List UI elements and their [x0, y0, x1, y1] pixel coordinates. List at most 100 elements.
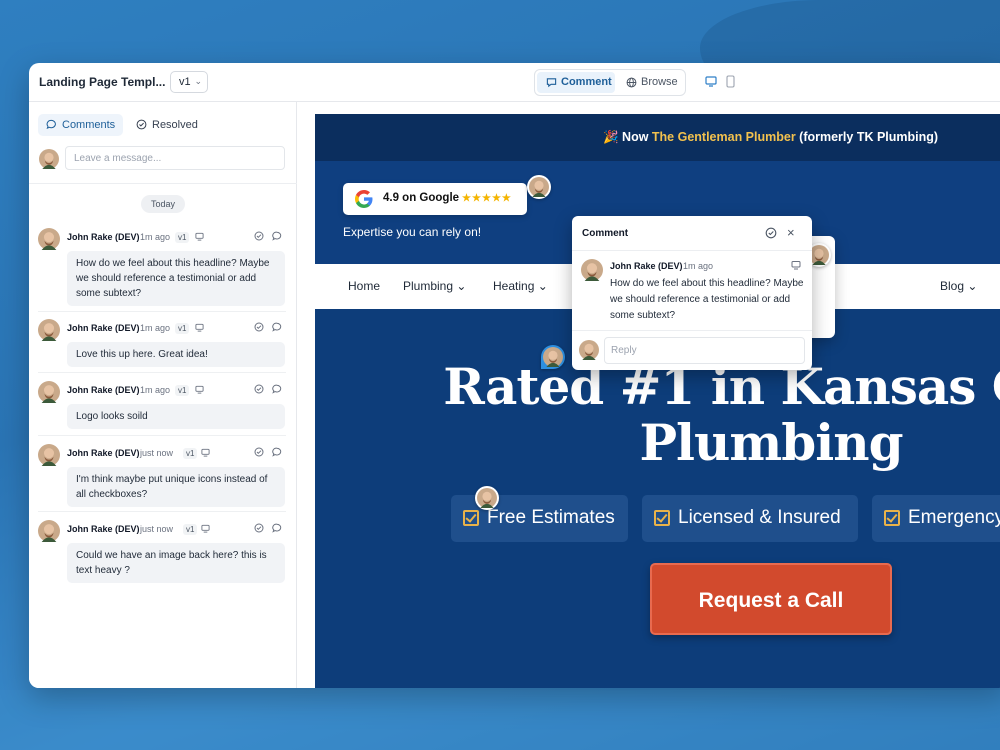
avatar	[579, 340, 599, 360]
comment-text: I'm think maybe put unique icons instead…	[67, 467, 285, 507]
avatar	[38, 381, 60, 403]
screen-icon	[201, 448, 210, 457]
tab-comments[interactable]: Comments	[38, 114, 123, 136]
avatar	[38, 228, 60, 250]
avatar	[38, 520, 60, 542]
chevron-down-icon: ⌄	[537, 279, 548, 293]
mode-toggle: Comment Browse	[534, 69, 686, 96]
resolve-check-icon[interactable]	[254, 447, 264, 457]
comment-pin-active[interactable]	[541, 345, 565, 369]
comment-time: 1m ago	[140, 323, 171, 333]
reply-icon[interactable]	[272, 384, 282, 394]
browse-mode-button[interactable]: Browse	[617, 72, 683, 93]
nav-blog[interactable]: Blog ⌄	[940, 279, 977, 293]
divider	[38, 435, 286, 436]
announce-suffix: (formerly TK Plumbing)	[795, 130, 939, 144]
request-call-button[interactable]: Request a Call	[650, 563, 892, 635]
comments-sidebar: Comments Resolved Leave a message... Tod…	[29, 102, 297, 688]
globe-icon	[626, 77, 637, 88]
avatar	[38, 444, 60, 466]
comment-author: John Rake (DEV)	[67, 448, 140, 458]
checkbox-icon	[463, 510, 479, 526]
avatar	[543, 347, 563, 367]
background-desk	[0, 690, 1000, 750]
comment-version: v1	[175, 232, 190, 243]
tab-resolved[interactable]: Resolved	[128, 114, 208, 136]
divider	[572, 250, 812, 251]
comment-pin[interactable]	[475, 486, 499, 510]
resolve-check-icon[interactable]	[254, 322, 264, 332]
tagline: Expertise you can rely on!	[343, 225, 482, 239]
comment-time: 1m ago	[140, 385, 171, 395]
avatar	[477, 488, 497, 508]
avatar	[809, 245, 829, 265]
headline-line-2: Plumbing	[639, 413, 903, 472]
resolve-check-icon[interactable]	[254, 523, 264, 533]
feature-label: Emergency	[908, 507, 1000, 528]
document-title[interactable]: Landing Page Templ...	[39, 75, 165, 89]
checkbox-icon	[654, 510, 670, 526]
google-logo-icon	[355, 190, 373, 208]
divider	[38, 311, 286, 312]
comment-mode-label: Comment	[561, 76, 612, 88]
date-divider: Today	[141, 195, 185, 213]
close-icon[interactable]: ×	[787, 225, 795, 240]
comment-time: 1m ago	[140, 232, 171, 242]
resolve-check-icon[interactable]	[765, 227, 777, 239]
nav-plumbing[interactable]: Plumbing ⌄	[403, 279, 466, 293]
browse-mode-label: Browse	[641, 76, 678, 88]
reply-input[interactable]: Reply	[604, 337, 805, 364]
comment-mode-button[interactable]: Comment	[537, 72, 615, 93]
popup-author: John Rake (DEV)	[610, 261, 683, 271]
comment-author: John Rake (DEV)	[67, 232, 140, 242]
chevron-down-icon: ⌄	[194, 76, 202, 86]
top-bar: Landing Page Templ... v1 ⌄ Comment Brows…	[29, 63, 1000, 102]
version-select[interactable]: v1 ⌄	[170, 71, 208, 93]
avatar	[39, 149, 59, 169]
hero-headline: Rated #1 in Kansas City Plumbing	[315, 359, 1000, 471]
reply-icon[interactable]	[272, 322, 282, 332]
nav-heating[interactable]: Heating ⌄	[493, 279, 548, 293]
feature-label: Free Estimates	[487, 507, 615, 528]
popup-title: Comment	[582, 228, 629, 239]
reply-icon[interactable]	[272, 447, 282, 457]
avatar	[38, 319, 60, 341]
nav-home[interactable]: Home	[348, 279, 380, 293]
comment-text: Love this up here. Great idea!	[67, 342, 285, 367]
comment-text: How do we feel about this headline? Mayb…	[67, 251, 285, 306]
comment-time: just now	[140, 524, 174, 534]
announce-prefix: 🎉 Now	[603, 130, 652, 144]
divider	[38, 511, 286, 512]
screen-icon	[791, 261, 801, 270]
resolve-check-icon[interactable]	[254, 384, 264, 394]
avatar	[529, 177, 549, 197]
resolve-check-icon[interactable]	[254, 231, 264, 241]
divider	[38, 372, 286, 373]
screen-icon	[195, 323, 204, 332]
website-preview[interactable]: 🎉 Now The Gentleman Plumber (formerly TK…	[315, 114, 1000, 688]
screen-icon	[195, 232, 204, 241]
message-input[interactable]: Leave a message...	[65, 146, 285, 170]
reply-icon[interactable]	[272, 231, 282, 241]
checkbox-icon	[884, 510, 900, 526]
comment-author: John Rake (DEV)	[67, 524, 140, 534]
feature-badge: Emergency	[872, 495, 1000, 542]
announce-highlight: The Gentleman Plumber	[651, 130, 796, 144]
feature-label: Licensed & Insured	[678, 507, 841, 528]
comment-author: John Rake (DEV)	[67, 323, 140, 333]
comment-text: Logo looks soild	[67, 404, 285, 429]
reply-icon[interactable]	[272, 523, 282, 533]
comment-icon	[46, 119, 56, 130]
tab-comments-label: Comments	[62, 119, 116, 131]
mobile-view-icon[interactable]	[726, 75, 735, 88]
comment-pin[interactable]	[527, 175, 551, 199]
avatar	[581, 259, 603, 281]
rating-stars: ★★★★★	[462, 193, 512, 204]
screen-icon	[201, 524, 210, 533]
comment-version: v1	[175, 323, 190, 334]
screen-icon	[195, 385, 204, 394]
nav-heating-label: Heating	[493, 279, 535, 293]
popup-comment-text: How do we feel about this headline? Mayb…	[610, 278, 804, 321]
desktop-view-icon[interactable]	[705, 76, 717, 87]
comment-icon	[546, 78, 557, 88]
